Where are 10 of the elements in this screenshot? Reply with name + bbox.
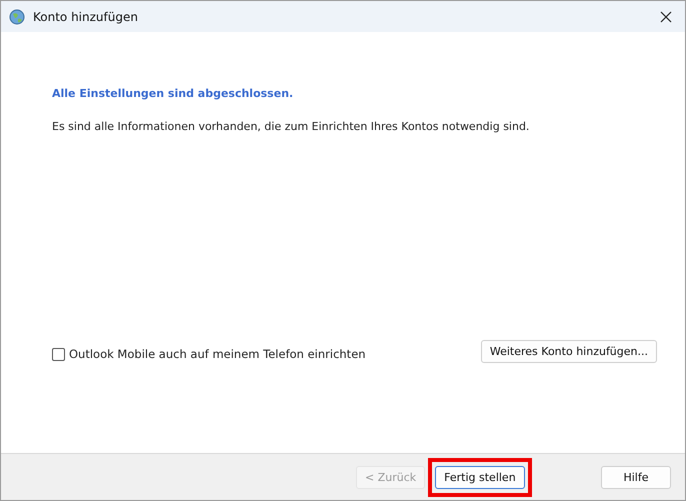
- close-icon[interactable]: [660, 10, 672, 22]
- globe-icon: [9, 8, 25, 24]
- mobile-checkbox-label[interactable]: Outlook Mobile auch auf meinem Telefon einrichten: [52, 347, 366, 361]
- checkbox[interactable]: [52, 348, 65, 360]
- heading-text: Alle Einstellungen sind abgeschlossen.: [52, 87, 294, 100]
- window-title: Konto hinzufügen: [33, 10, 138, 24]
- help-button[interactable]: Hilfe: [601, 466, 671, 488]
- message-text: Es sind alle Informationen vorhanden, die zum Einrichten Ihres Kontos notwendig sind.: [52, 120, 530, 133]
- finish-button[interactable]: Fertig stellen: [435, 466, 525, 488]
- add-account-button[interactable]: Weiteres Konto hinzufügen...: [480, 340, 657, 363]
